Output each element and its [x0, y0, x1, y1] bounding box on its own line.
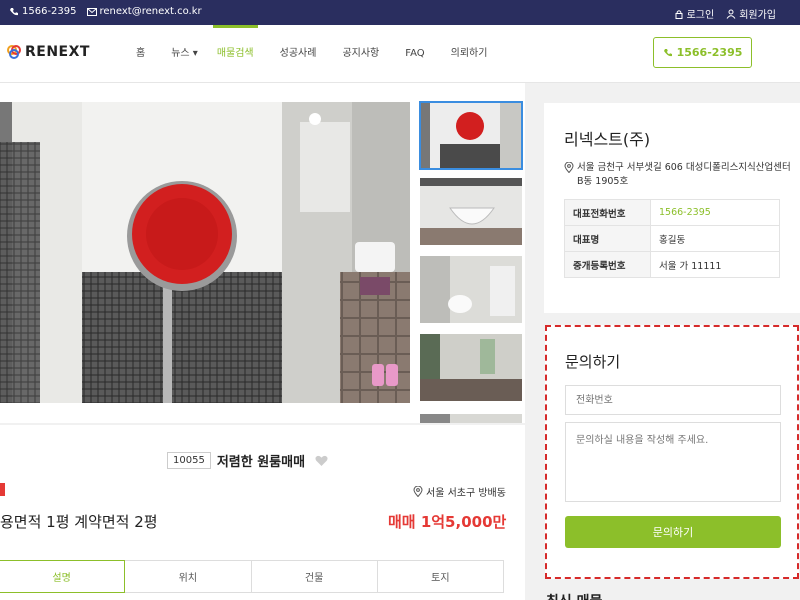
topbar-email[interactable]: renext@renext.co.kr — [86, 6, 202, 17]
listing-code: 10055 — [167, 452, 211, 469]
tab-land[interactable]: 토지 — [377, 560, 504, 593]
tab-description[interactable]: 설명 — [0, 560, 126, 593]
phone-icon — [663, 48, 672, 56]
thumb-photo-toilet — [420, 256, 522, 323]
topbar-phone[interactable]: 1566-2395 — [9, 6, 77, 17]
thumb-photo-room — [420, 334, 522, 401]
gallery-thumbnail[interactable] — [420, 411, 522, 423]
tab-location[interactable]: 위치 — [125, 560, 252, 593]
main-nav: 홈 뉴스 ▾ 매물검색 성공사례 공지사항 FAQ 의뢰하기 — [126, 25, 487, 83]
agency-registration-value: 서울 가 11111 — [650, 251, 780, 278]
listing-info: 10055 저렴한 원룸매매 서울 서초구 방배동 용면적 1평 계약면적 2평… — [0, 425, 525, 600]
agency-row-label: 대표명 — [564, 225, 651, 252]
nav-notices[interactable]: 공지사항 — [342, 25, 379, 83]
agency-card: 리넥스트(주) 서울 금천구 서부샛길 606 대성디폴리스지식산업센터 B동 … — [544, 103, 800, 313]
nav-home[interactable]: 홈 — [136, 25, 145, 83]
login-label: 로그인 — [686, 10, 715, 21]
agency-address: 서울 금천구 서부샛길 606 대성디폴리스지식산업센터 B동 1905호 — [564, 161, 794, 189]
heart-icon[interactable] — [315, 455, 328, 467]
nav-faq[interactable]: FAQ — [405, 25, 424, 83]
listing-area: 용면적 1평 계약면적 2평 — [0, 513, 158, 531]
agency-ceo-value: 홍길동 — [650, 225, 780, 252]
site-logo[interactable]: RENEXT — [6, 44, 90, 60]
topbar-email-text: renext@renext.co.kr — [99, 6, 202, 17]
listing-location: 서울 서초구 방배동 — [413, 484, 506, 499]
phone-icon — [10, 7, 18, 15]
gallery-thumbnail[interactable] — [420, 256, 522, 323]
agency-name: 리넥스트(주) — [564, 130, 651, 149]
signup-label: 회원가입 — [739, 10, 776, 21]
listing-title: 저렴한 원룸매매 — [216, 455, 306, 470]
agency-row-label: 대표전화번호 — [564, 199, 651, 226]
logo-mark-icon — [7, 45, 21, 59]
agency-row-label: 중개등록번호 — [564, 251, 651, 278]
detail-tabs: 설명 위치 건물 토지 — [0, 560, 504, 593]
logo-text: RENEXT — [25, 44, 90, 60]
signup-link[interactable]: 회원가입 — [726, 6, 776, 21]
nav-request[interactable]: 의뢰하기 — [451, 25, 488, 83]
gallery-thumbnail[interactable] — [420, 178, 522, 245]
submit-inquiry-button[interactable]: 문의하기 — [565, 516, 781, 548]
status-badge — [0, 483, 5, 496]
map-pin-icon — [413, 486, 423, 497]
bathroom-photo — [0, 102, 410, 403]
thumb-photo-shower — [420, 102, 522, 169]
agency-phone-value[interactable]: 1566-2395 — [650, 199, 780, 226]
phone-input[interactable] — [565, 385, 781, 415]
topbar-phone-text: 1566-2395 — [22, 6, 77, 17]
listing-title-row: 10055 저렴한 원룸매매 — [167, 451, 328, 470]
thumb-photo-extra — [420, 414, 522, 423]
table-row: 대표명 홍길동 — [564, 225, 780, 252]
message-input[interactable] — [565, 422, 781, 502]
map-pin-icon — [564, 162, 574, 173]
inquiry-form: 문의하기 문의하기 — [545, 325, 799, 579]
nav-listing-search[interactable]: 매물검색 — [212, 25, 258, 83]
inquiry-title: 문의하기 — [565, 353, 621, 371]
listing-location-text: 서울 서초구 방배동 — [426, 488, 506, 499]
mail-icon — [86, 7, 97, 16]
login-link[interactable]: 로그인 — [674, 6, 715, 21]
agency-info-table: 대표전화번호 1566-2395 대표명 홍길동 중개등록번호 서울 가 111… — [564, 199, 780, 278]
lock-icon — [675, 9, 683, 19]
gallery-thumbnail[interactable] — [419, 101, 523, 170]
photo-gallery — [0, 83, 525, 423]
nav-news[interactable]: 뉴스 ▾ — [171, 25, 198, 83]
top-bar: 1566-2395 renext@renext.co.kr 로그인 회원가입 — [0, 0, 800, 25]
gallery-thumbnail[interactable] — [420, 334, 522, 401]
table-row: 대표전화번호 1566-2395 — [564, 199, 780, 226]
header-phone-label: 1566-2395 — [676, 46, 743, 59]
nav-success-cases[interactable]: 성공사례 — [280, 25, 317, 83]
recent-listings-heading: 최신 매물 — [546, 591, 602, 600]
tab-building[interactable]: 건물 — [251, 560, 378, 593]
thumb-photo-sink — [420, 178, 522, 245]
agency-address-text: 서울 금천구 서부샛길 606 대성디폴리스지식산업센터 B동 1905호 — [577, 162, 791, 187]
user-icon — [726, 9, 736, 19]
main-photo[interactable] — [0, 102, 410, 403]
header-phone-button[interactable]: 1566-2395 — [653, 37, 752, 68]
listing-price: 매매 1억5,000만 — [388, 513, 507, 531]
table-row: 중개등록번호 서울 가 11111 — [564, 251, 780, 278]
site-header: RENEXT 홈 뉴스 ▾ 매물검색 성공사례 공지사항 FAQ 의뢰하기 15… — [0, 25, 800, 83]
